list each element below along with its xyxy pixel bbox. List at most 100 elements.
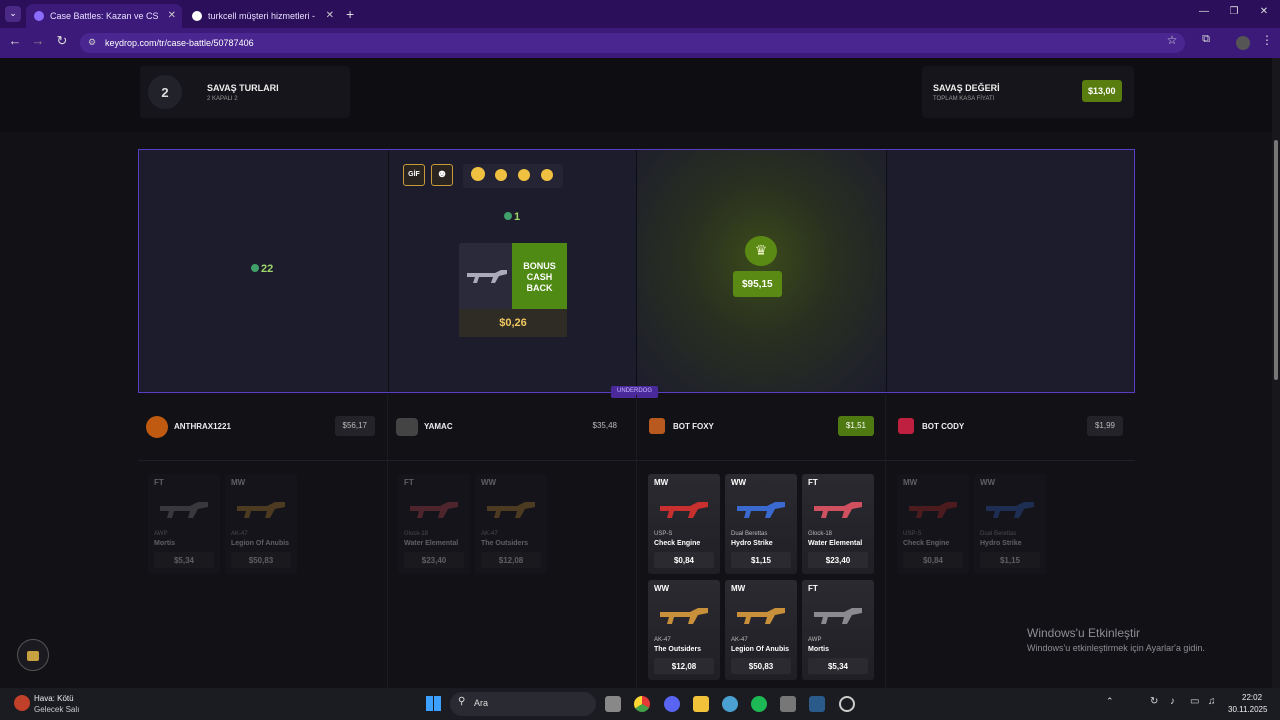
gif-button[interactable]: GİF [403, 164, 425, 186]
item-price: $5,34 [808, 658, 868, 674]
file-explorer-icon[interactable] [693, 696, 709, 712]
player-name: BOT FOXY [673, 422, 714, 431]
tab-turkcell[interactable]: turkcell müşteri hizmetleri - Go... ✕ [184, 4, 340, 28]
rounds-title: SAVAŞ TURLARI [207, 83, 279, 93]
taskbar-search[interactable]: ⚲ Ara [450, 692, 596, 716]
item-condition: FT [808, 584, 818, 593]
item-skin: Hydro Strike [731, 540, 773, 547]
new-tab-button[interactable]: + [346, 6, 354, 22]
site-info-icon[interactable]: ⚙ [88, 37, 96, 48]
item-skin: Legion Of Anubis [731, 646, 790, 653]
drop-item-card[interactable]: WW Dual Berettas Hydro Strike $1,15 [725, 474, 797, 574]
weather-icon[interactable] [14, 695, 30, 711]
drop-item-card[interactable]: MW AK-47 Legion Of Anubis $50,83 [225, 474, 297, 574]
menu-dots-icon[interactable]: ⋮ [1257, 33, 1277, 47]
item-condition: WW [481, 478, 497, 487]
item-price: $1,15 [980, 552, 1040, 568]
network-icon[interactable]: ▭ [1190, 696, 1199, 707]
settings-icon[interactable] [839, 696, 855, 712]
minimize-icon[interactable]: — [1194, 6, 1214, 17]
weapon-icon [737, 608, 785, 624]
url-bar[interactable]: ⚙ keydrop.com/tr/case-battle/50787406 [80, 33, 1185, 53]
emoji-button[interactable]: ☻ [431, 164, 453, 186]
weapon-icon [737, 502, 785, 518]
item-price: $23,40 [404, 552, 464, 568]
emoji-sad-icon[interactable] [541, 169, 553, 181]
drop-item-card[interactable]: FT Glock-18 Water Elemental $23,40 [802, 474, 874, 574]
arena-slot-1: 22 [139, 150, 388, 392]
calculator-icon[interactable] [780, 696, 796, 712]
item-skin: The Outsiders [654, 646, 702, 653]
item-price: $23,40 [808, 552, 868, 568]
battle-arena: 22 GİF ☻ 1 BONUS CASH BACK $0,26 ♛ $95,1… [138, 149, 1135, 393]
arena-slot-3-winner: ♛ $95,15 [637, 150, 886, 392]
extensions-icon[interactable]: ⧉ [1196, 33, 1216, 46]
drop-item-card[interactable]: MW USP-S Check Engine $0,84 [897, 474, 969, 574]
chat-button[interactable] [17, 639, 49, 671]
tab-search-button[interactable]: ⌄ [5, 6, 21, 22]
coin-icon [504, 212, 512, 220]
item-weapon: AK-47 [654, 637, 671, 643]
emoji-grin-icon[interactable] [518, 169, 530, 181]
scrollbar-thumb[interactable] [1274, 140, 1278, 380]
app-icon[interactable] [722, 696, 738, 712]
back-icon[interactable]: ← [5, 33, 25, 48]
profile-avatar[interactable] [1236, 36, 1250, 50]
coin-icon [251, 264, 259, 272]
close-window-icon[interactable]: ✕ [1254, 6, 1274, 17]
close-tab-icon[interactable]: ✕ [168, 10, 176, 21]
drop-item-card[interactable]: WW AK-47 The Outsiders $12,08 [475, 474, 547, 574]
item-skin: Hydro Strike [980, 540, 1022, 547]
discord-icon[interactable] [664, 696, 680, 712]
bookmark-star-icon[interactable]: ☆ [1162, 33, 1182, 47]
avatar[interactable] [396, 418, 418, 436]
close-tab-icon[interactable]: ✕ [326, 10, 334, 21]
player-value: $56,17 [334, 416, 375, 436]
drop-item-card[interactable]: FT Glock-18 Water Elemental $23,40 [398, 474, 470, 574]
spotify-icon[interactable] [751, 696, 767, 712]
winner-amount: $95,15 [733, 271, 782, 297]
item-price: $12,08 [654, 658, 714, 674]
drop-item-card[interactable]: MW AK-47 Legion Of Anubis $50,83 [725, 580, 797, 680]
tray-chevron-icon[interactable]: ⌃ [1106, 696, 1114, 707]
item-weapon: AWP [808, 637, 822, 643]
bonus-drop-card: BONUS CASH BACK $0,26 [459, 243, 567, 337]
drop-item-card[interactable]: FT AWP Mortis $5,34 [802, 580, 874, 680]
emoji-clap-icon[interactable] [471, 167, 485, 181]
bot-avatar [898, 418, 914, 434]
wifi-icon[interactable]: ↻ [1150, 696, 1158, 707]
battle-header: 2 SAVAŞ TURLARI 2 KAPALI 2 SAVAŞ DEĞERİ … [0, 58, 1272, 132]
clock-date[interactable]: 30.11.2025 [1228, 705, 1267, 714]
reload-icon[interactable]: ↻ [52, 33, 72, 49]
rounds-count: 2 [148, 75, 182, 109]
search-label: Ara [474, 698, 489, 708]
tab-case-battles[interactable]: Case Battles: Kazan ve CS2 (CS:... ✕ [26, 4, 182, 28]
player-name[interactable]: YAMAC [424, 422, 453, 431]
chrome-icon[interactable] [634, 696, 650, 712]
task-view-icon[interactable] [605, 696, 621, 712]
avatar[interactable] [146, 416, 168, 438]
windows-taskbar: Hava: Kötü Gelecek Salı ⚲ Ara ⌃ ↻ ♪ ▭ ♫ … [0, 688, 1280, 720]
emoji-bar [463, 164, 563, 188]
volume-icon[interactable]: ♫ [1208, 696, 1216, 707]
player-card: ANTHRAX1221 $56,17 [138, 406, 387, 448]
steam-icon[interactable] [809, 696, 825, 712]
player-value: $1,99 [1086, 416, 1123, 436]
item-condition: FT [154, 478, 164, 487]
player-name[interactable]: ANTHRAX1221 [174, 422, 231, 431]
clock-time[interactable]: 22:02 [1242, 693, 1262, 702]
drop-item-card[interactable]: FT AWP Mortis $5,34 [148, 474, 220, 574]
item-price: $5,34 [154, 552, 214, 568]
drop-item-card[interactable]: WW AK-47 The Outsiders $12,08 [648, 580, 720, 680]
drop-item-card[interactable]: WW Dual Berettas Hydro Strike $1,15 [974, 474, 1046, 574]
item-weapon: Glock-18 [404, 531, 429, 537]
maximize-icon[interactable]: ❐ [1224, 6, 1244, 17]
weather-title[interactable]: Hava: Kötü [34, 694, 74, 703]
drop-item-card[interactable]: MW USP-S Check Engine $0,84 [648, 474, 720, 574]
forward-icon[interactable]: → [28, 33, 48, 48]
mic-icon[interactable]: ♪ [1170, 696, 1175, 707]
weather-subtitle: Gelecek Salı [34, 705, 80, 714]
page-scrollbar[interactable] [1272, 58, 1280, 688]
emoji-smile-icon[interactable] [495, 169, 507, 181]
start-icon[interactable] [426, 696, 441, 711]
